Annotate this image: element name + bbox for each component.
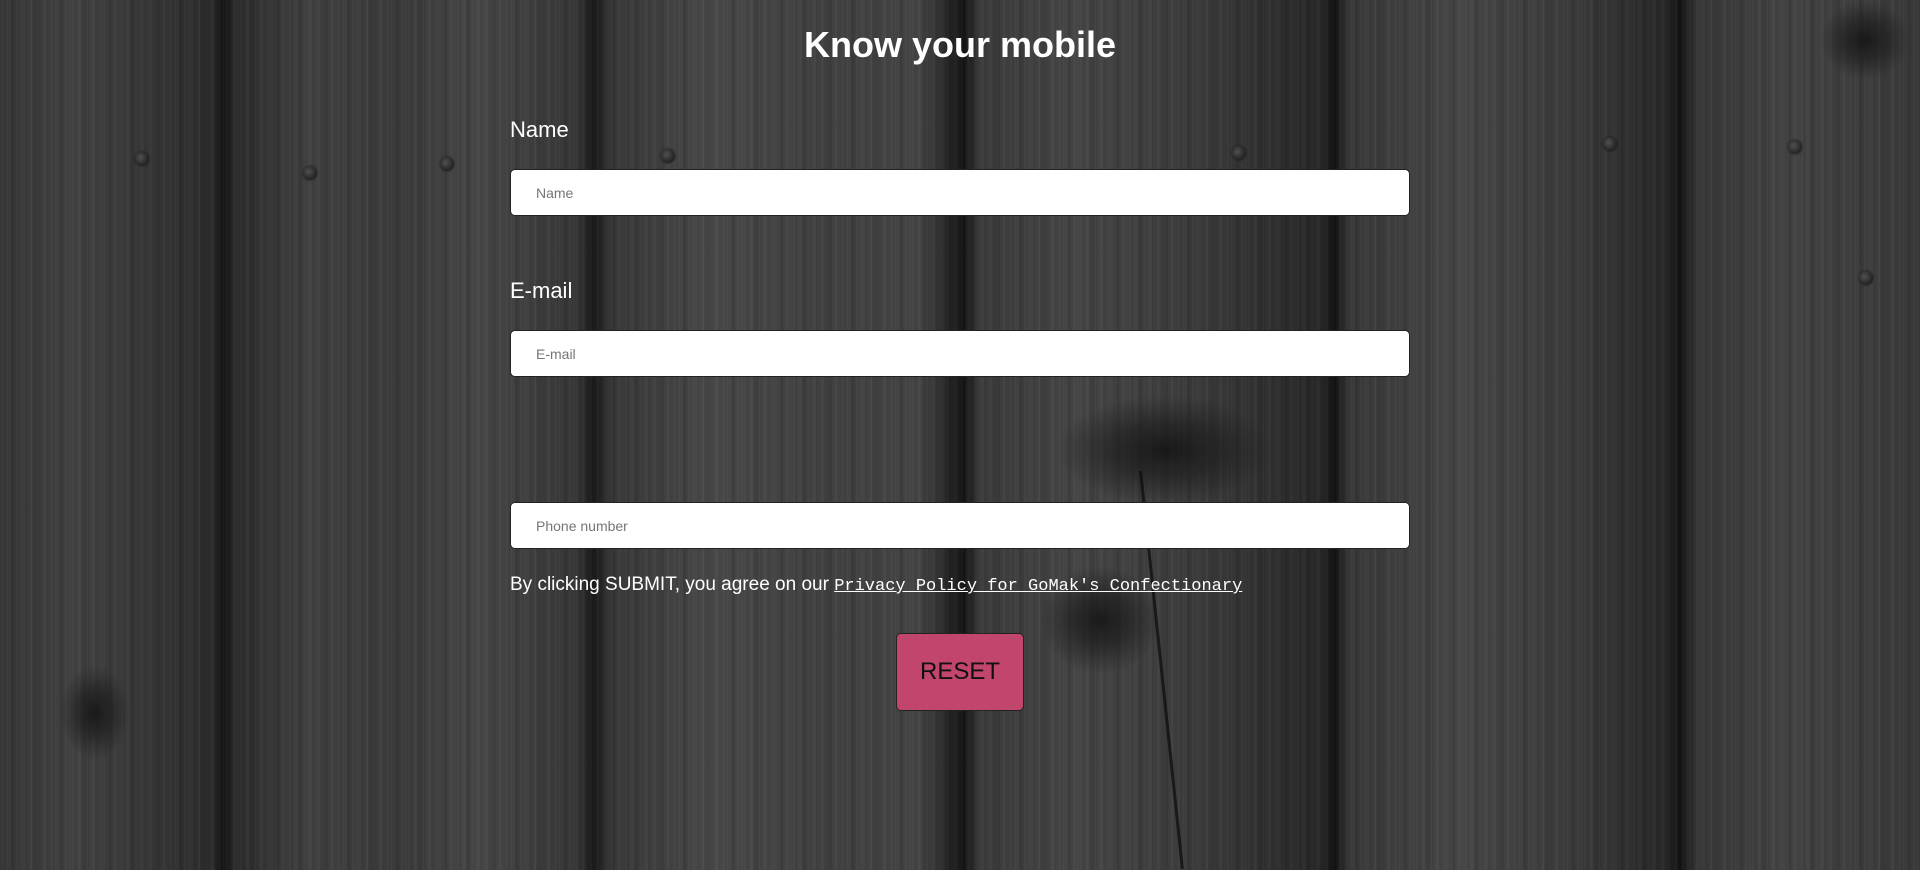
page-title: Know your mobile xyxy=(803,24,1116,65)
agreement-prefix: By clicking SUBMIT, you agree on our xyxy=(510,574,835,595)
email-label: E-mail xyxy=(510,278,573,303)
name-label: Name xyxy=(510,117,569,142)
email-input[interactable] xyxy=(510,330,1410,377)
reset-button[interactable]: RESET xyxy=(896,633,1024,711)
phone-input[interactable] xyxy=(510,502,1410,549)
background-overlay xyxy=(0,0,1920,870)
agreement-text: By clicking SUBMIT, you agree on our Pri… xyxy=(510,572,1242,600)
privacy-policy-link[interactable]: Privacy Policy for GoMak's Confectionary xyxy=(834,577,1242,596)
name-input[interactable] xyxy=(510,169,1410,216)
